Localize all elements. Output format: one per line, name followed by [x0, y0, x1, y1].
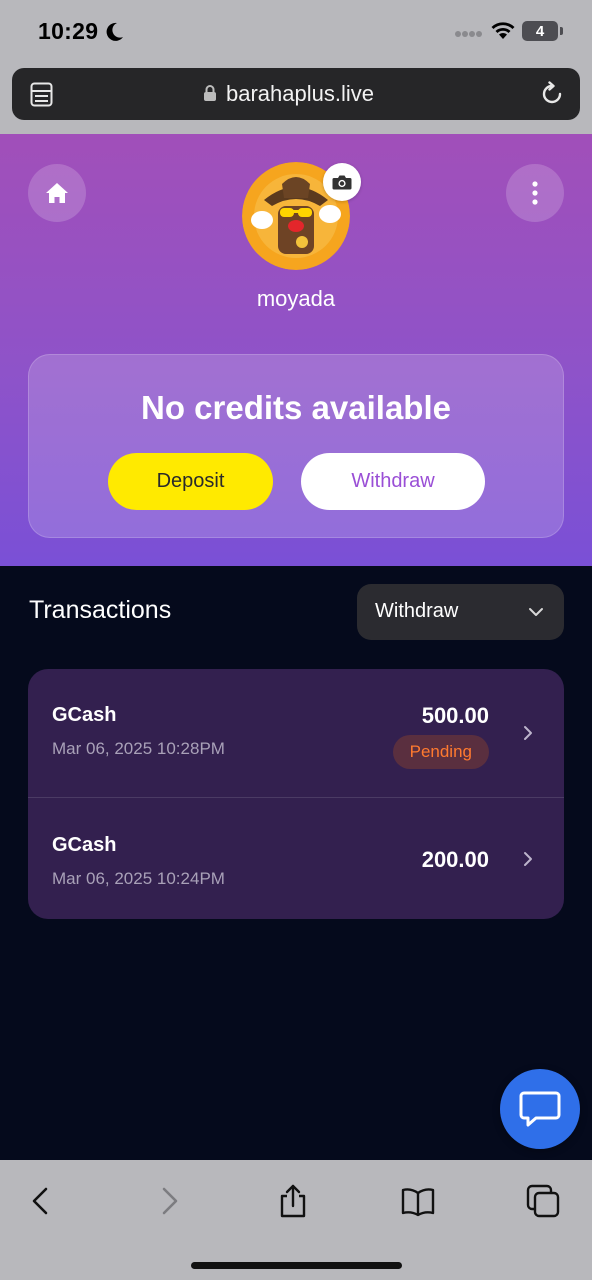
- chevron-down-icon: [529, 608, 543, 616]
- username: moyada: [256, 286, 336, 311]
- transaction-amount: 500.00: [421, 703, 489, 728]
- home-icon: [46, 183, 68, 203]
- more-options-button[interactable]: [506, 164, 564, 222]
- status-badge: Pending: [392, 735, 489, 769]
- status-time: 10:29: [38, 18, 99, 44]
- chevron-left-icon[interactable]: [24, 1184, 58, 1218]
- battery-icon: 4: [522, 21, 558, 41]
- share-icon[interactable]: [276, 1184, 310, 1218]
- transaction-amount: 200.00: [421, 847, 489, 872]
- battery-level: 4: [535, 22, 545, 40]
- transaction-list: GCash Mar 06, 2025 10:28PM 500.00 Pendin…: [28, 669, 564, 919]
- transaction-method: GCash: [52, 834, 117, 856]
- chat-support-button[interactable]: [500, 1069, 580, 1149]
- home-indicator: [191, 1262, 402, 1269]
- change-avatar-button[interactable]: [323, 163, 361, 201]
- more-vertical-icon: [532, 181, 538, 205]
- transaction-type-select[interactable]: Withdraw: [357, 584, 564, 640]
- transaction-date: Mar 06, 2025 10:28PM: [52, 739, 225, 758]
- battery-cap: [560, 27, 563, 35]
- chevron-right-icon[interactable]: [152, 1184, 186, 1218]
- tabs-icon[interactable]: [526, 1184, 560, 1218]
- chat-bubble-icon: [519, 1091, 561, 1127]
- transaction-row[interactable]: GCash Mar 06, 2025 10:28PM 500.00 Pendin…: [28, 669, 564, 798]
- address-bar[interactable]: barahaplus.live: [12, 68, 580, 120]
- reload-icon[interactable]: [539, 81, 565, 107]
- transaction-date: Mar 06, 2025 10:24PM: [52, 869, 225, 888]
- chevron-right-icon: [524, 852, 532, 866]
- screen: 10:29 4 barahaplus.live moyada No credit…: [0, 0, 592, 1280]
- transaction-method: GCash: [52, 704, 117, 726]
- status-bar: 10:29 4: [0, 0, 592, 64]
- transaction-row[interactable]: GCash Mar 06, 2025 10:24PM 200.00: [28, 799, 564, 919]
- deposit-button[interactable]: Deposit: [108, 453, 273, 510]
- credits-status-title: No credits available: [141, 389, 451, 426]
- transaction-type-selected: Withdraw: [375, 600, 459, 622]
- home-button[interactable]: [28, 164, 86, 222]
- page-menu-icon[interactable]: [30, 82, 54, 108]
- moon-icon: [106, 22, 123, 41]
- camera-icon: [332, 175, 352, 190]
- cellular-signal-icon: [455, 31, 482, 37]
- credits-card: No credits available Deposit Withdraw: [28, 354, 564, 538]
- browser-toolbar: [0, 1160, 592, 1280]
- lock-icon: [204, 85, 216, 101]
- transactions-heading: Transactions: [29, 596, 172, 624]
- wifi-icon: [491, 22, 515, 39]
- withdraw-button[interactable]: Withdraw: [301, 453, 485, 510]
- profile-header: moyada No credits available Deposit With…: [0, 134, 592, 566]
- chevron-right-icon: [524, 726, 532, 740]
- book-icon[interactable]: [401, 1184, 435, 1218]
- url-text[interactable]: barahaplus.live: [226, 81, 374, 107]
